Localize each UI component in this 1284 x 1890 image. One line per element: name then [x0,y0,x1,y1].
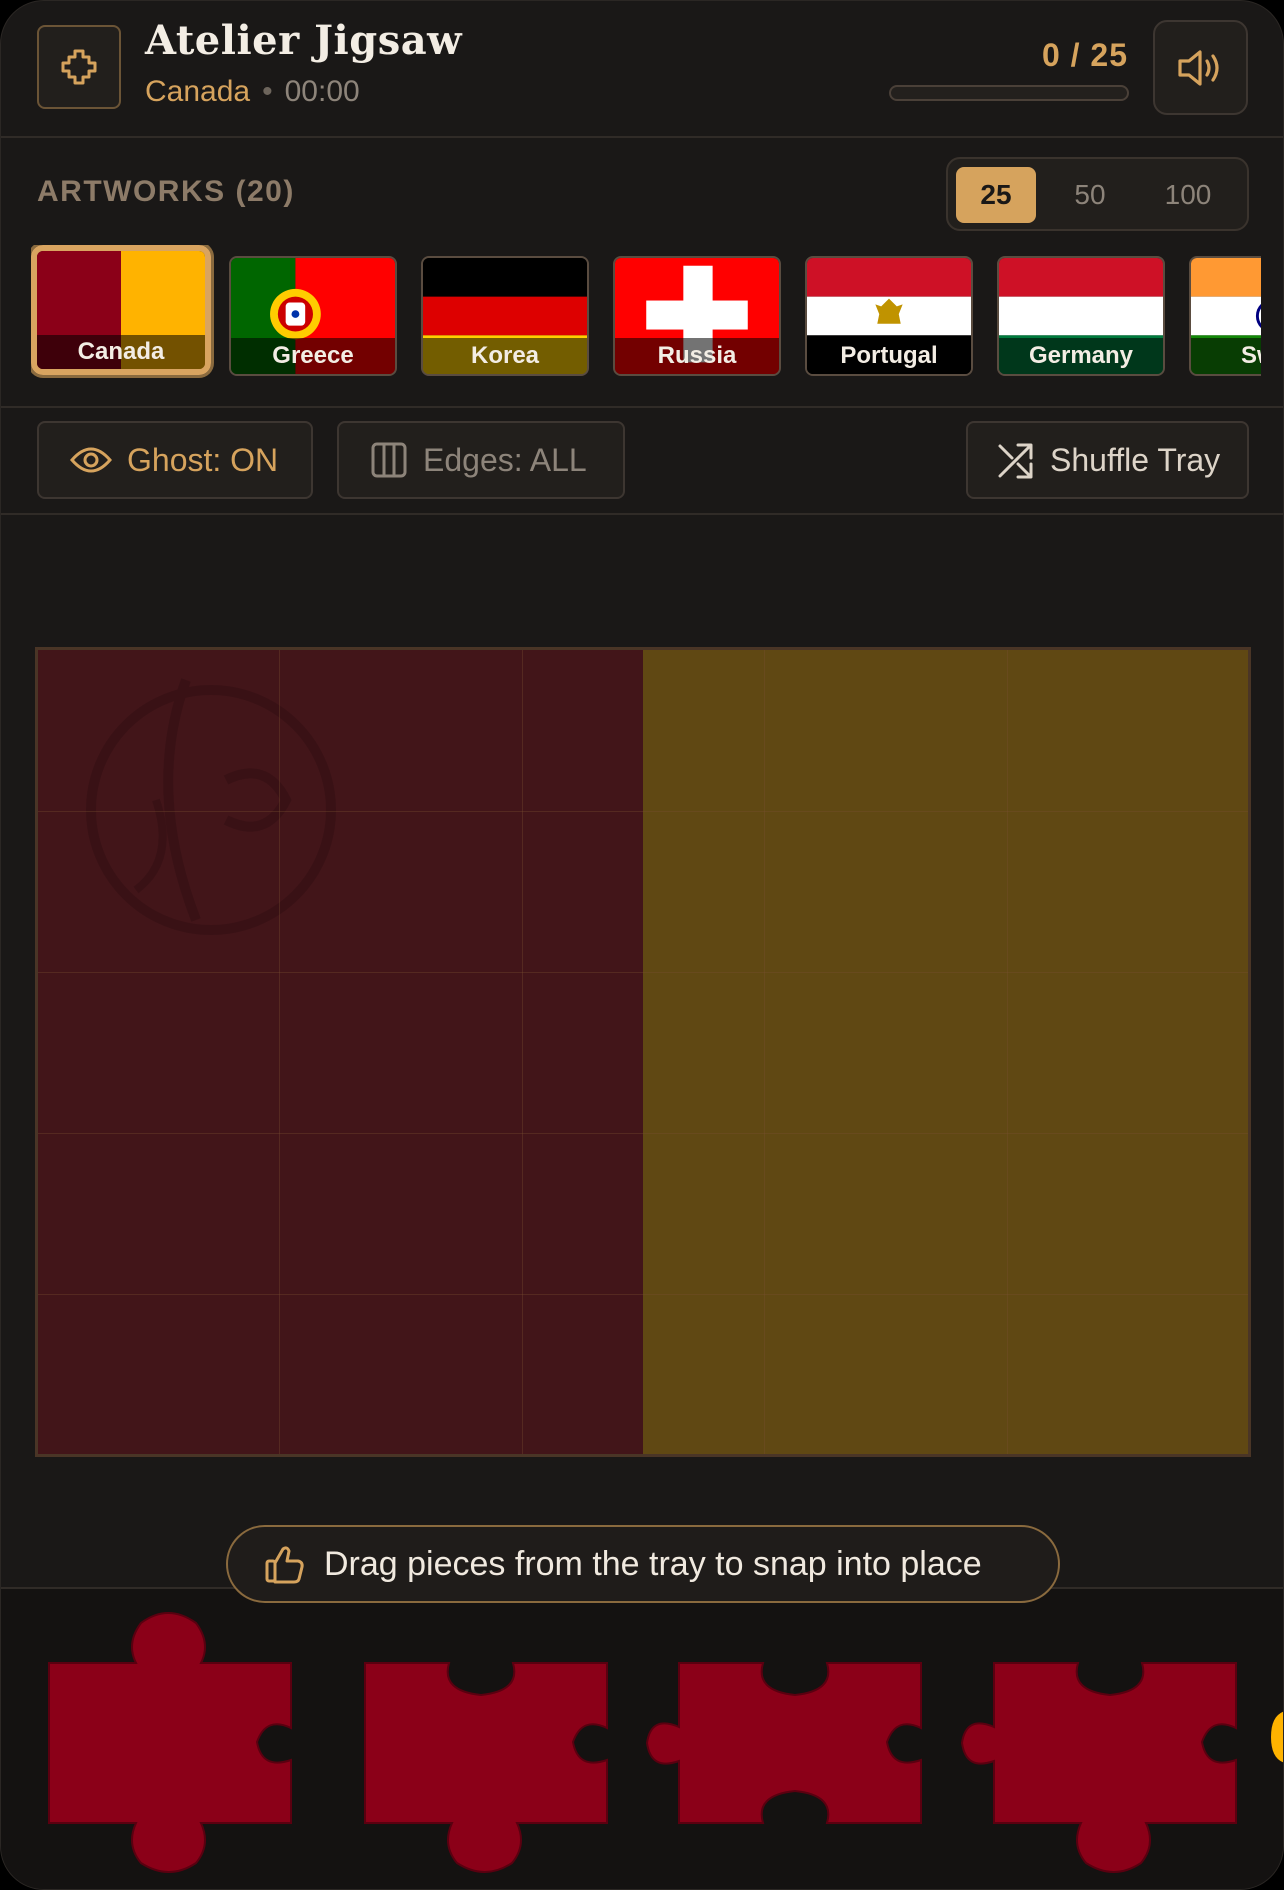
artwork-thumb-canada[interactable]: Canada [31,245,211,375]
puzzle-piece[interactable] [357,1603,617,1883]
artwork-thumb-korea[interactable]: Korea [421,256,589,376]
artwork-thumb-partial[interactable]: Sw [1189,256,1261,376]
divider [1,513,1283,515]
ghost-image-right-half [643,650,1248,1454]
current-artwork-name: Canada [145,75,251,108]
artwork-thumb-greece[interactable]: Greece [229,256,397,376]
columns-icon [371,442,407,478]
grid-line [522,650,523,1454]
grid-line [38,1133,1248,1134]
piece-count-100[interactable]: 100 [1138,167,1238,223]
artwork-carousel: Canada Greece Korea Russia Portugal Germ… [31,245,1261,381]
sound-toggle-button[interactable] [1153,20,1248,115]
speaker-icon [1177,49,1219,86]
ghost-label: Ghost: ON [127,441,279,478]
puzzle-app: Atelier Jigsaw Canada • 00:00 0 / 25 ARTWO… [0,0,1284,1890]
artwork-label: Greece [231,338,395,374]
artwork-thumb-germany[interactable]: Germany [997,256,1165,376]
hint-banner: Drag pieces from the tray to snap into p… [226,1525,1060,1603]
progress-bar [889,85,1129,101]
artwork-label: Germany [999,338,1163,374]
menu-button[interactable] [37,25,121,109]
shuffle-label: Shuffle Tray [1050,441,1221,478]
puzzle-piece[interactable] [956,1603,1256,1883]
grid-line [279,650,280,1454]
puzzle-piece[interactable] [41,1603,301,1883]
header: Atelier Jigsaw Canada • 00:00 0 / 25 [1,1,1283,138]
thumbs-up-icon [265,1546,304,1584]
ghost-emblem [86,678,336,935]
artwork-label: Canada [37,335,205,369]
artwork-thumb-portugal[interactable]: Portugal [805,256,973,376]
piece-count-25[interactable]: 25 [956,167,1036,223]
piece-tray [1,1587,1284,1889]
artworks-heading: ARTWORKS (20) [37,175,295,208]
app-title: Atelier Jigsaw [145,17,463,64]
artwork-label: Korea [423,338,587,374]
grid-line [1007,650,1008,1454]
grid-line [38,1294,1248,1295]
artwork-label: Portugal [807,338,971,374]
separator-dot: • [262,75,273,108]
divider [1,406,1283,408]
grid-line [764,650,765,1454]
timer: 00:00 [284,75,360,108]
shuffle-icon [998,443,1033,479]
grid-line [38,972,1248,973]
puzzle-piece[interactable] [641,1603,941,1883]
puzzle-piece-icon [61,49,97,85]
progress-count: 0 / 25 [1041,37,1128,73]
artwork-label: Russia [615,338,779,374]
artwork-thumb-russia[interactable]: Russia [613,256,781,376]
eye-icon [70,447,112,473]
puzzle-info: Canada • 00:00 [145,75,360,109]
ghost-toggle-button[interactable]: Ghost: ON [37,421,313,499]
edges-toggle-button[interactable]: Edges: ALL [337,421,625,499]
piece-count-selector: 25 50 100 [946,157,1249,231]
shuffle-tray-button[interactable]: Shuffle Tray [966,421,1249,499]
hint-text: Drag pieces from the tray to snap into p… [324,1544,982,1583]
piece-count-50[interactable]: 50 [1046,167,1134,223]
puzzle-piece[interactable] [1271,1707,1284,1767]
grid-line [38,811,1248,812]
edges-label: Edges: ALL [423,441,587,478]
artwork-label: Sw [1191,338,1261,374]
puzzle-board[interactable] [35,647,1251,1457]
